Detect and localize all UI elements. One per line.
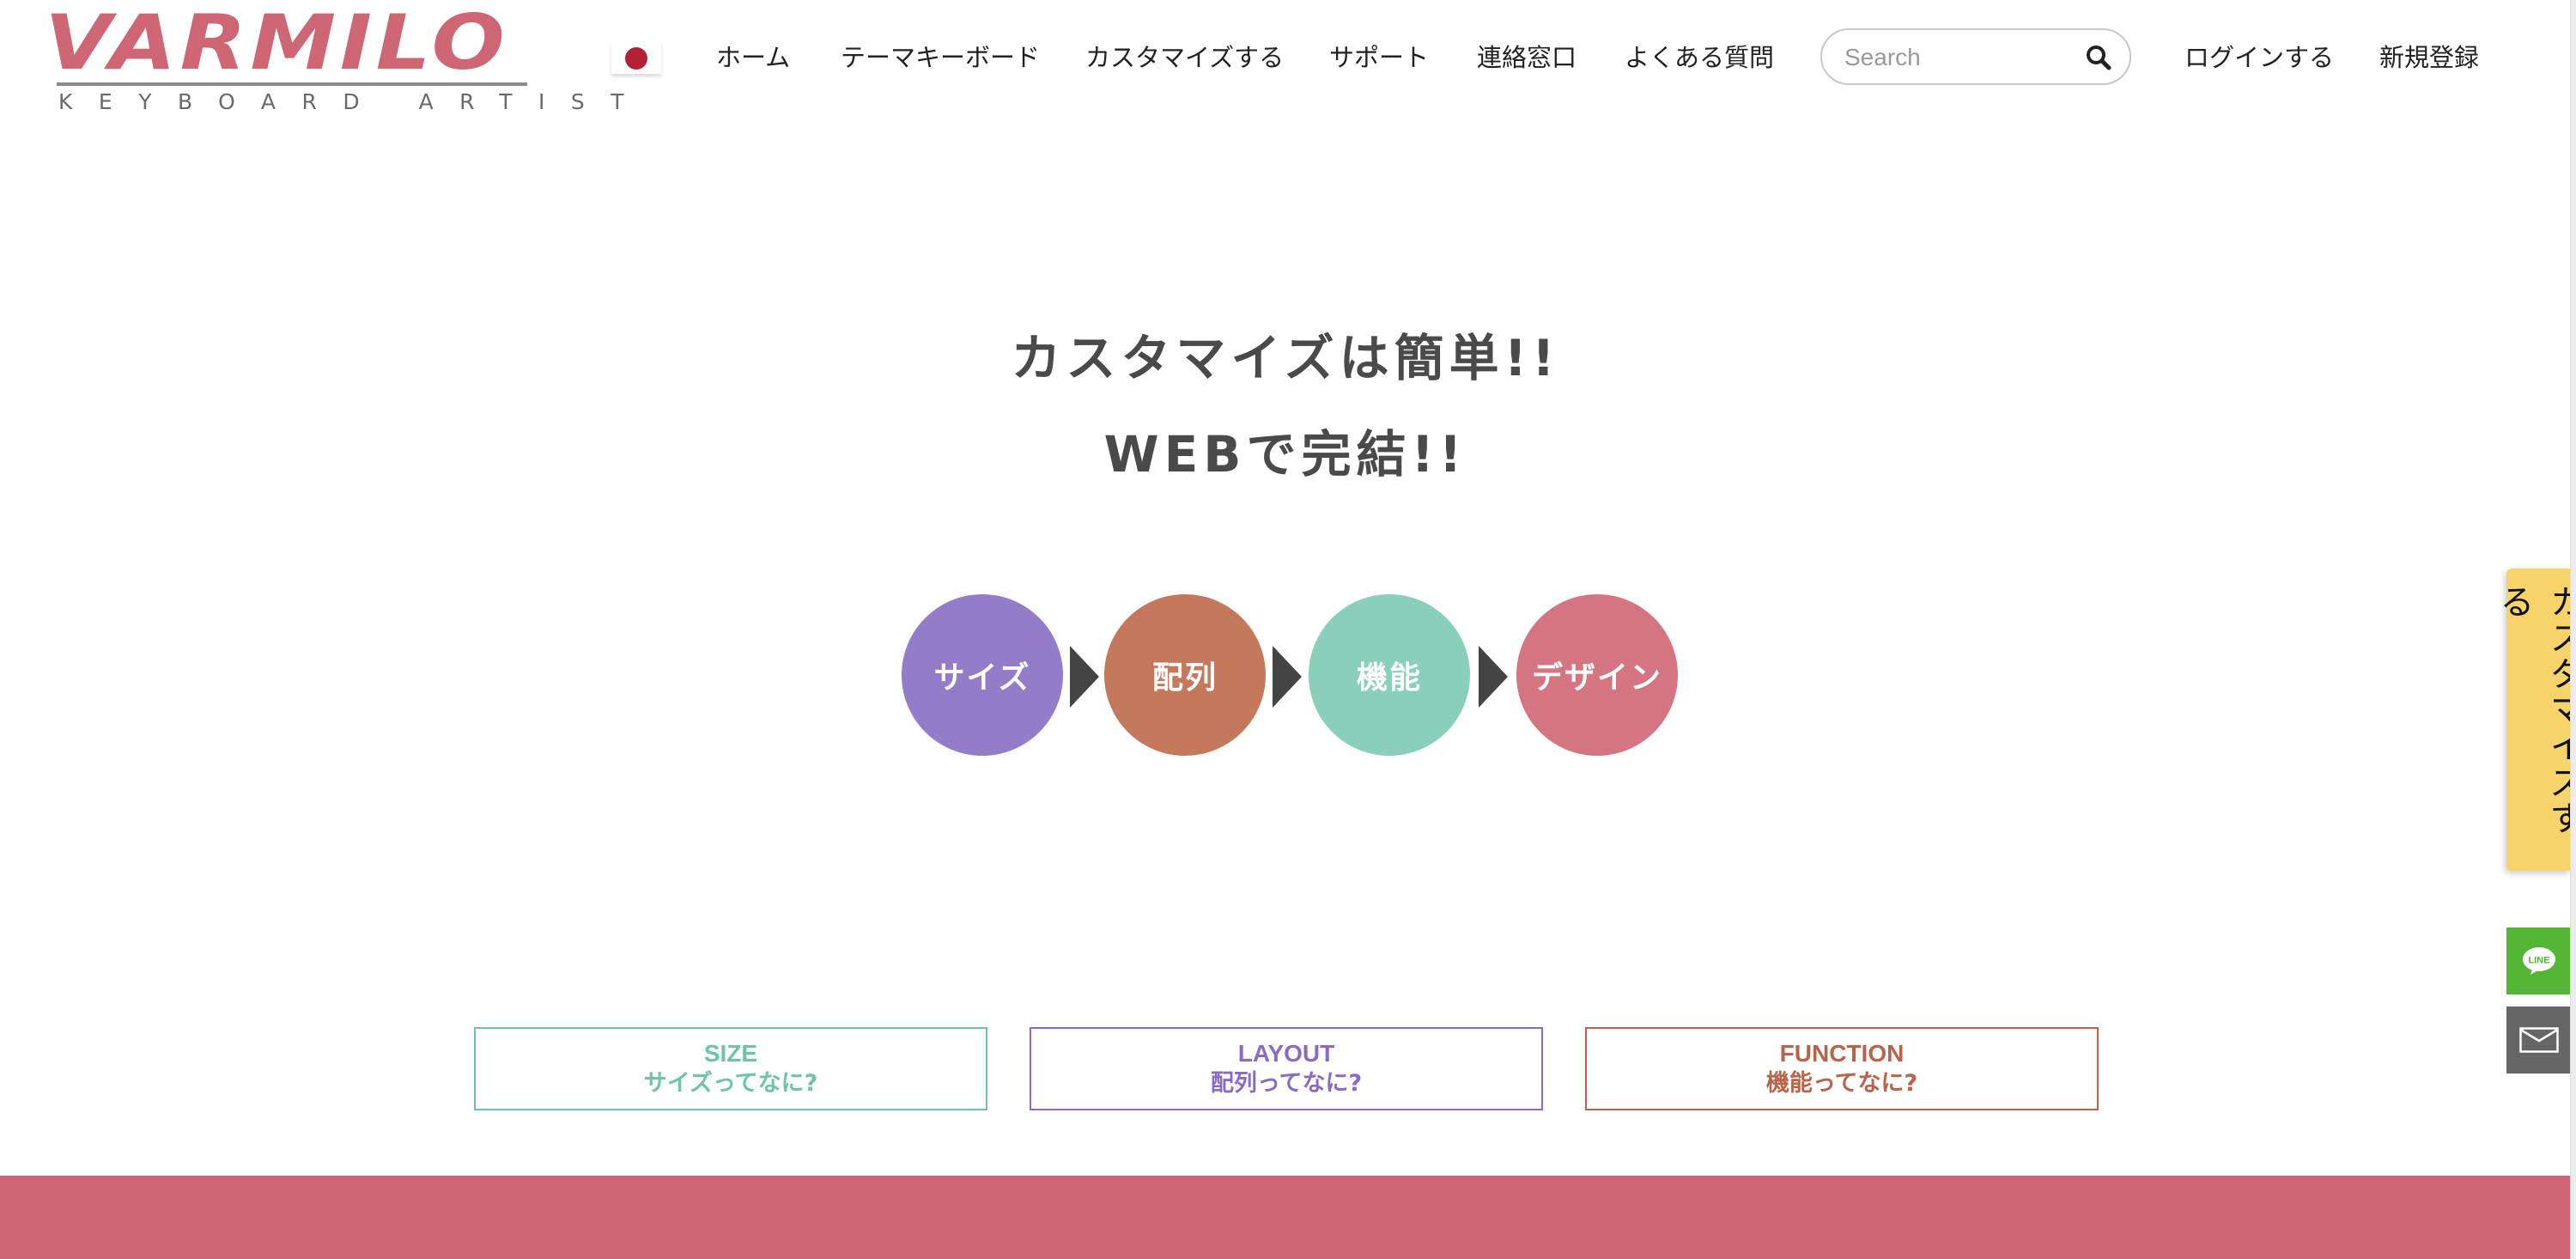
search-box <box>1820 28 2131 85</box>
step-label: サイズ <box>933 660 1031 696</box>
logo-divider <box>57 82 527 86</box>
step-size[interactable]: サイズ <box>902 594 1063 756</box>
mail-icon <box>2518 1027 2559 1053</box>
step-label: 配列 <box>1151 660 1218 696</box>
nav-item-home[interactable]: ホーム <box>716 38 790 77</box>
search-input[interactable] <box>1843 39 2078 76</box>
info-subtitle: 機能ってなに? <box>1765 1070 1918 1097</box>
hero-headline: カスタマイズは簡単!! <box>1011 329 1560 387</box>
info-subtitle: サイズってなに? <box>643 1070 818 1097</box>
step-layout[interactable]: 配列 <box>1104 594 1266 756</box>
info-subtitle: 配列ってなに? <box>1210 1070 1363 1097</box>
line-icon-text: LINE <box>2528 956 2549 966</box>
nav-item-support[interactable]: サポート <box>1329 38 1429 77</box>
register-link[interactable]: 新規登録 <box>2379 38 2479 77</box>
nav-item-theme-keyboards[interactable]: テーマキーボード <box>841 38 1040 77</box>
scrollbar[interactable] <box>2570 0 2576 1259</box>
hero-subheadline: WEBで完結!! <box>1103 425 1467 484</box>
info-title: SIZE <box>703 1040 758 1067</box>
info-title: FUNCTION <box>1779 1040 1905 1067</box>
side-customize-label: カスタマイズする <box>2494 584 2576 836</box>
side-customize-tab[interactable]: カスタマイズする <box>2494 569 2576 871</box>
line-contact-button[interactable]: LINE <box>2506 928 2571 994</box>
arrow-right-icon <box>1479 646 1508 708</box>
brand-logo[interactable]: VARMILO KEYBOARD ARTIST <box>45 5 624 113</box>
size-info-button[interactable]: SIZE サイズってなに? <box>474 1027 987 1110</box>
login-link[interactable]: ログインする <box>2184 38 2334 77</box>
arrow-right-icon <box>1070 646 1099 708</box>
customize-steps: サイズ 配列 機能 デザイン <box>902 594 1678 757</box>
japan-flag-icon <box>625 47 647 70</box>
footer-banner <box>0 1176 2571 1259</box>
language-selector[interactable] <box>611 43 661 74</box>
nav-item-faq[interactable]: よくある質問 <box>1625 38 1774 77</box>
page: VARMILO KEYBOARD ARTIST ホーム テーマキーボード カスタ… <box>0 0 2576 1259</box>
function-info-button[interactable]: FUNCTION 機能ってなに? <box>1585 1027 2099 1110</box>
search-icon[interactable] <box>2085 44 2112 71</box>
info-title: LAYOUT <box>1237 1040 1335 1067</box>
step-design[interactable]: デザイン <box>1516 594 1678 756</box>
arrow-right-icon <box>1273 646 1302 708</box>
step-label: デザイン <box>1531 660 1662 696</box>
step-label: 機能 <box>1356 660 1422 696</box>
brand-name: VARMILO <box>45 0 509 87</box>
nav-item-contact[interactable]: 連絡窓口 <box>1477 38 1577 77</box>
mail-contact-button[interactable] <box>2506 1007 2571 1073</box>
line-icon: LINE <box>2522 947 2555 975</box>
nav-item-customize[interactable]: カスタマイズする <box>1085 38 1284 77</box>
step-function[interactable]: 機能 <box>1309 594 1470 756</box>
brand-tagline: KEYBOARD ARTIST <box>58 89 651 114</box>
layout-info-button[interactable]: LAYOUT 配列ってなに? <box>1030 1027 1543 1110</box>
